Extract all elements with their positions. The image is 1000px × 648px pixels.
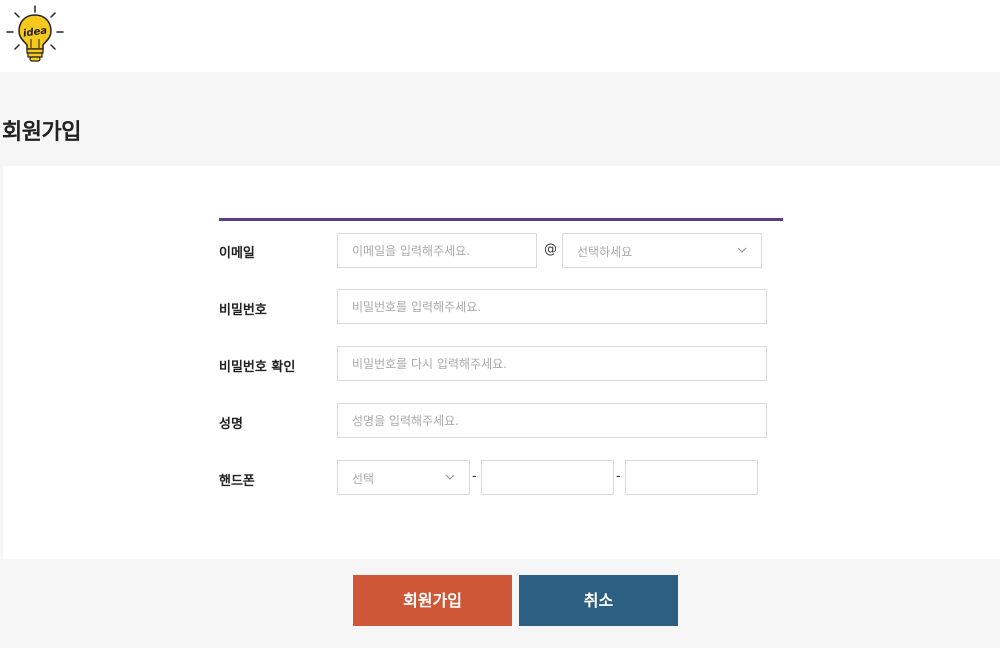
password-field-wrapper bbox=[337, 289, 767, 324]
phone-last-field-wrapper bbox=[625, 460, 758, 495]
phone-middle-input[interactable] bbox=[482, 461, 613, 494]
form-top-rule bbox=[219, 218, 783, 221]
header: idea bbox=[0, 0, 1000, 72]
name-input[interactable] bbox=[338, 404, 766, 437]
email-domain-select-value: 선택하세요 bbox=[577, 245, 633, 259]
phone-separator-1: - bbox=[472, 469, 477, 484]
phone-label: 핸드폰 bbox=[219, 474, 255, 489]
email-field-wrapper bbox=[337, 233, 537, 268]
name-label: 성명 bbox=[219, 417, 243, 432]
password-label: 비밀번호 bbox=[219, 303, 267, 318]
name-field-wrapper bbox=[337, 403, 767, 438]
password-confirm-label: 비밀번호 확인 bbox=[219, 360, 296, 375]
phone-prefix-select[interactable]: 선택 bbox=[337, 460, 470, 495]
password-confirm-input[interactable] bbox=[338, 347, 766, 380]
password-confirm-field-wrapper bbox=[337, 346, 767, 381]
email-domain-select[interactable]: 선택하세요 bbox=[562, 233, 762, 268]
join-button[interactable]: 회원가입 bbox=[353, 575, 512, 626]
password-input[interactable] bbox=[338, 290, 766, 323]
chevron-down-icon bbox=[445, 474, 455, 480]
phone-last-input[interactable] bbox=[626, 461, 757, 494]
idea-lightbulb-logo[interactable]: idea bbox=[4, 4, 66, 66]
phone-middle-field-wrapper bbox=[481, 460, 614, 495]
email-input[interactable] bbox=[338, 234, 536, 267]
signup-form-panel: 이메일 @ 선택하세요 비밀번호 비밀번호 확인 성명 핸드폰 선택 - - bbox=[3, 166, 1000, 559]
chevron-down-icon bbox=[737, 247, 747, 253]
page-title: 회원가입 bbox=[2, 120, 81, 145]
cancel-button[interactable]: 취소 bbox=[519, 575, 678, 626]
phone-prefix-select-value: 선택 bbox=[352, 472, 375, 486]
email-label: 이메일 bbox=[219, 246, 255, 261]
phone-separator-2: - bbox=[616, 469, 621, 484]
email-at-symbol: @ bbox=[544, 242, 557, 257]
